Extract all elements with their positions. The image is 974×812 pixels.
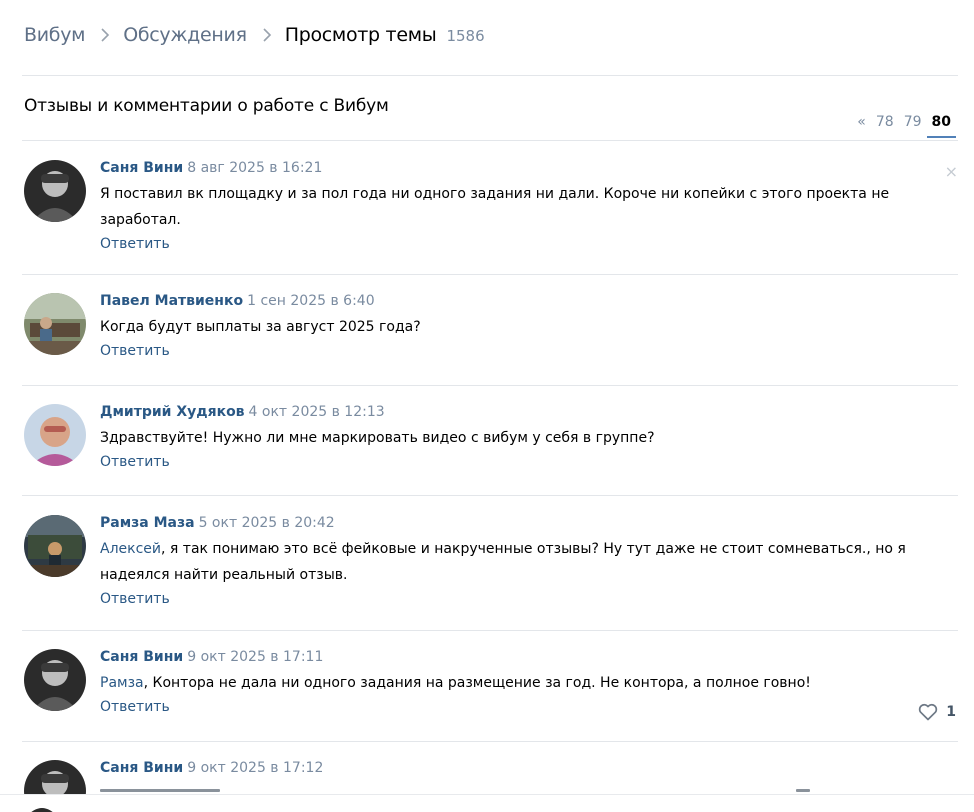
truncated-text — [796, 789, 810, 792]
close-icon[interactable]: × — [945, 162, 958, 181]
pagination-page-80-active[interactable]: 80 — [926, 112, 956, 138]
pagination-prev[interactable]: « — [852, 112, 871, 138]
heart-icon — [919, 703, 938, 721]
author-link[interactable]: Дмитрий Худяков — [100, 404, 245, 420]
divider — [22, 75, 958, 76]
reply-link[interactable]: Ответить — [100, 699, 170, 715]
chevron-right-icon — [263, 28, 271, 42]
avatar[interactable] — [24, 649, 86, 711]
reply-link[interactable]: Ответить — [100, 591, 170, 607]
avatar — [31, 808, 53, 812]
chevron-right-icon — [101, 28, 110, 42]
breadcrumb-current: Просмотр темы — [284, 24, 437, 46]
post-date-link[interactable]: 9 окт 2025 в 17:12 — [187, 760, 323, 776]
pagination: « 78 79 80 — [852, 112, 956, 138]
reply-link[interactable]: Ответить — [100, 236, 170, 252]
divider — [22, 274, 958, 275]
author-link[interactable]: Саня Вини — [100, 760, 183, 776]
composer-bar — [0, 794, 974, 812]
comment-text: Здравствуйте! Нужно ли мне маркировать в… — [100, 425, 930, 451]
author-link[interactable]: Рамза Маза — [100, 515, 195, 531]
reply-link[interactable]: Ответить — [100, 454, 170, 470]
post-date-link[interactable]: 8 авг 2025 в 16:21 — [187, 160, 322, 176]
comment-text-line: заработал. — [100, 212, 181, 228]
divider — [22, 741, 958, 742]
author-link[interactable]: Павел Матвиенко — [100, 293, 243, 309]
comment-text-line: Когда будут выплаты за август 2025 года? — [100, 319, 421, 335]
divider — [22, 495, 958, 496]
divider — [22, 140, 958, 141]
breadcrumb: Вибум Обсуждения Просмотр темы 1586 — [24, 22, 485, 48]
author-link[interactable]: Саня Вини — [100, 160, 183, 176]
comment-text: Я поставил вк площадку и за пол года ни … — [100, 181, 930, 233]
post-date-link[interactable]: 5 окт 2025 в 20:42 — [199, 515, 335, 531]
divider — [22, 630, 958, 631]
comment-text-line: , я так понимаю это всё фейковые и накру… — [161, 541, 906, 557]
topic-title: Отзывы и комментарии о работе с Вибум — [24, 96, 389, 116]
post-date-link[interactable]: 4 окт 2025 в 12:13 — [249, 404, 385, 420]
avatar[interactable] — [24, 160, 86, 222]
topic-post-count: 1586 — [446, 27, 485, 45]
comment-text: Алексей, я так понимаю это всё фейковые … — [100, 536, 930, 588]
pagination-page-78[interactable]: 78 — [871, 112, 899, 138]
avatar[interactable] — [24, 515, 86, 577]
comment-text-line: надеялся найти реальный отзыв. — [100, 567, 348, 583]
divider — [22, 385, 958, 386]
comment-text-line: , Контора не дала ни одного задания на р… — [143, 675, 811, 691]
like-count: 1 — [946, 704, 956, 720]
post-date-link[interactable]: 1 сен 2025 в 6:40 — [247, 293, 375, 309]
pagination-page-79[interactable]: 79 — [899, 112, 927, 138]
avatar[interactable] — [24, 404, 86, 466]
avatar[interactable] — [24, 293, 86, 355]
breadcrumb-home-link[interactable]: Вибум — [24, 24, 85, 46]
like-button[interactable]: 1 — [918, 703, 956, 721]
comment-text-line: Здравствуйте! Нужно ли мне маркировать в… — [100, 430, 655, 446]
post-date-link[interactable]: 9 окт 2025 в 17:11 — [187, 649, 323, 665]
breadcrumb-discussions-link[interactable]: Обсуждения — [123, 24, 247, 46]
comment-text: Рамза, Контора не дала ни одного задания… — [100, 670, 930, 696]
truncated-text — [100, 789, 220, 792]
reply-link[interactable]: Ответить — [100, 343, 170, 359]
comment-text-line: Я поставил вк площадку и за пол года ни … — [100, 186, 890, 202]
author-link[interactable]: Саня Вини — [100, 649, 183, 665]
mention-link[interactable]: Алексей — [100, 541, 161, 557]
mention-link[interactable]: Рамза — [100, 675, 144, 691]
comment-text: Когда будут выплаты за август 2025 года? — [100, 314, 930, 340]
